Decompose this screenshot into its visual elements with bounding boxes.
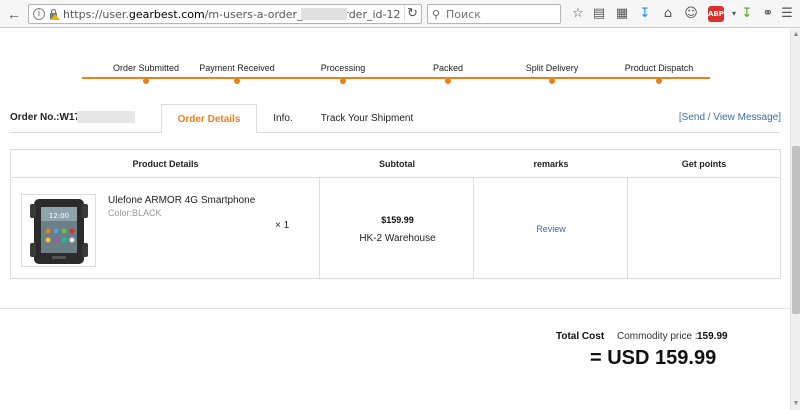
search-input[interactable]	[446, 7, 556, 21]
order-number-redaction	[77, 111, 135, 123]
grand-total: = USD 159.99	[590, 347, 717, 369]
progress-step: Payment Received	[182, 63, 292, 84]
scrollbar-thumb[interactable]	[792, 146, 800, 314]
total-cost-label: Total Cost	[556, 331, 605, 342]
tab-track-shipment[interactable]: Track Your Shipment	[311, 104, 423, 133]
smartphone-image: 12:00	[30, 199, 88, 264]
scroll-down-icon[interactable]: ▼	[792, 400, 800, 408]
step-label: Split Delivery	[525, 63, 579, 73]
progress-line	[82, 77, 710, 79]
progress-step: Packed	[393, 63, 503, 84]
menu-icon[interactable]: ☰	[779, 6, 795, 22]
progress-step: Product Dispatch	[604, 63, 714, 84]
send-message-link[interactable]: [Send / View Message]	[679, 112, 781, 123]
table-header: Product Details Subtotal remarks Get poi…	[11, 150, 780, 178]
order-number: Order No.:W170	[10, 112, 86, 123]
step-dot	[445, 78, 451, 84]
order-table: Product Details Subtotal remarks Get poi…	[10, 149, 781, 279]
product-color: Color:BLACK	[108, 208, 162, 218]
sync-icon[interactable]: ⚭	[760, 6, 776, 22]
review-link[interactable]: Review	[474, 224, 628, 234]
bookmark-star-icon[interactable]: ☆	[570, 6, 586, 22]
svg-text:12:00: 12:00	[49, 212, 69, 220]
product-price: $159.99	[381, 215, 414, 225]
commodity-price-value: 159.99	[697, 331, 728, 342]
download-icon[interactable]: ↧	[637, 6, 653, 22]
header-subtotal: Subtotal	[379, 159, 415, 169]
commodity-price-label: Commodity price :	[617, 331, 698, 342]
step-label: Product Dispatch	[624, 63, 694, 73]
search-bar[interactable]: ⚲	[427, 4, 561, 24]
green-download-icon[interactable]: ↧	[739, 6, 755, 22]
page-content: Order Submitted Payment Received Process…	[0, 29, 790, 410]
url-redaction	[301, 8, 347, 20]
step-dot	[340, 78, 346, 84]
browser-toolbar: ← i https://user.gearbest.com/m-users-a-…	[0, 0, 800, 28]
vertical-scrollbar[interactable]: ▲ ▼	[790, 29, 800, 410]
product-thumbnail[interactable]: 12:00	[21, 194, 96, 267]
url-host: gearbest.com	[128, 8, 205, 21]
scroll-up-icon[interactable]: ▲	[792, 31, 800, 39]
home-icon[interactable]: ⌂	[660, 6, 676, 22]
url-prefix: https://user.	[63, 8, 129, 21]
search-icon: ⚲	[432, 9, 441, 21]
column-divider	[319, 178, 320, 278]
header-get-points: Get points	[681, 159, 727, 169]
step-dot	[656, 78, 662, 84]
section-divider	[0, 308, 790, 309]
step-label: Processing	[320, 63, 366, 73]
step-dot	[143, 78, 149, 84]
product-quantity: × 1	[275, 220, 290, 231]
step-label: Payment Received	[199, 63, 275, 73]
adblock-icon[interactable]: ABP	[708, 6, 724, 22]
clipboard-icon[interactable]: ▤	[591, 6, 607, 22]
back-arrow-icon[interactable]: ←	[6, 6, 22, 22]
lock-warning-icon[interactable]	[48, 8, 60, 20]
pocket-icon[interactable]: ▦	[614, 6, 630, 22]
header-remarks: remarks	[533, 159, 569, 169]
warehouse-label: HK-2 Warehouse	[359, 233, 436, 244]
reload-icon[interactable]: ↻	[404, 5, 420, 21]
step-dot	[549, 78, 555, 84]
step-label: Packed	[432, 63, 464, 73]
info-icon[interactable]: i	[33, 8, 45, 20]
step-dot	[234, 78, 240, 84]
tab-info[interactable]: Info.	[261, 104, 305, 133]
tab-order-details[interactable]: Order Details	[161, 104, 257, 133]
progress-step: Processing	[288, 63, 398, 84]
progress-step: Split Delivery	[497, 63, 607, 84]
address-bar[interactable]: i https://user.gearbest.com/m-users-a-or…	[28, 4, 422, 24]
url-text: https://user.gearbest.com/m-users-a-orde…	[63, 8, 400, 21]
chat-icon[interactable]: ☺	[683, 6, 699, 22]
product-name[interactable]: Ulefone ARMOR 4G Smartphone	[108, 195, 255, 206]
header-product-details: Product Details	[132, 159, 199, 169]
